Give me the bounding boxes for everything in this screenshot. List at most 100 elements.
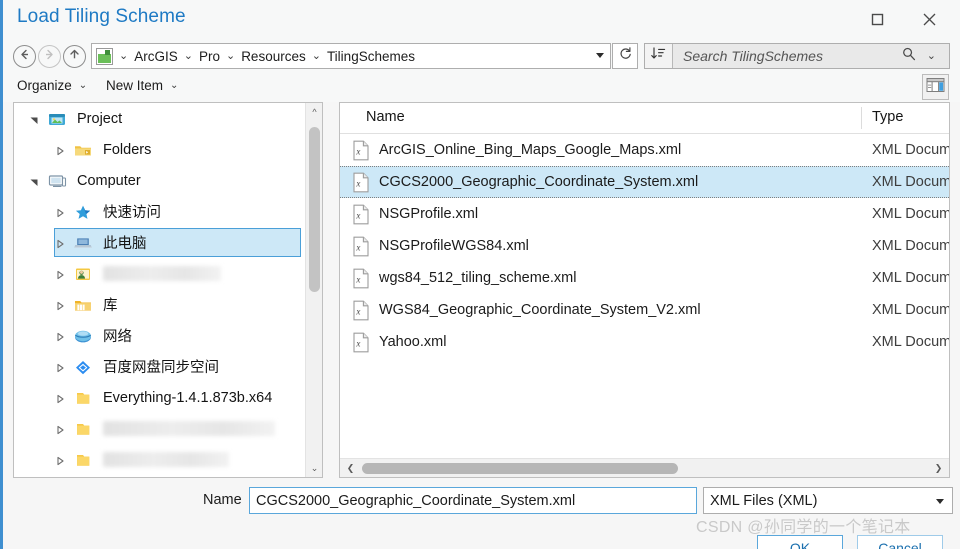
back-button[interactable]: [13, 45, 36, 68]
forward-button[interactable]: [38, 45, 61, 68]
file-type: XML Docume: [872, 270, 949, 286]
chevron-down-icon: [936, 499, 944, 504]
search-input[interactable]: Search TilingSchemes: [673, 48, 901, 64]
breadcrumb-item-resources[interactable]: Resources: [241, 49, 306, 64]
expander-collapsed-icon[interactable]: [54, 454, 66, 466]
tree-item-label-redacted: [103, 452, 229, 467]
table-row[interactable]: x wgs84_512_tiling_scheme.xml XML Docume: [340, 262, 949, 294]
tree-item-Computer[interactable]: Computer: [14, 165, 305, 196]
expander-expanded-icon[interactable]: [28, 175, 40, 187]
new-item-label: New Item: [106, 78, 164, 93]
tree-item-hidden-10[interactable]: [14, 413, 305, 444]
expander-collapsed-icon[interactable]: [54, 144, 66, 156]
cancel-button[interactable]: Cancel: [857, 535, 943, 549]
this-pc-icon: [72, 233, 94, 253]
close-button[interactable]: [908, 4, 950, 34]
expander-collapsed-icon[interactable]: [54, 299, 66, 311]
expander-expanded-icon[interactable]: [28, 113, 40, 125]
chevron-down-icon[interactable]: ⌄: [921, 50, 942, 62]
tree-item-Folders[interactable]: Folders: [14, 134, 305, 165]
tree-item-label: Project: [77, 110, 123, 127]
column-header-name[interactable]: Name: [366, 109, 405, 125]
svg-text:x: x: [355, 178, 360, 188]
expander-collapsed-icon[interactable]: [54, 361, 66, 373]
tree-item-label: Folders: [103, 141, 152, 158]
file-name: CGCS2000_Geographic_Coordinate_System.xm…: [379, 174, 699, 190]
chevron-down-icon[interactable]: ⌄: [113, 50, 134, 62]
user-icon: [72, 264, 94, 284]
name-input[interactable]: CGCS2000_Geographic_Coordinate_System.xm…: [249, 487, 697, 514]
folder-icon: [72, 388, 94, 408]
table-row[interactable]: x ArcGIS_Online_Bing_Maps_Google_Maps.xml…: [340, 134, 949, 166]
table-row[interactable]: x WGS84_Geographic_Coordinate_System_V2.x…: [340, 294, 949, 326]
tree-item-库[interactable]: 库: [14, 289, 305, 320]
refresh-icon: [618, 46, 633, 66]
up-button[interactable]: [63, 45, 86, 68]
organize-menu[interactable]: Organize ⌄: [17, 78, 87, 93]
column-divider[interactable]: [861, 107, 862, 129]
expander-collapsed-icon[interactable]: [54, 330, 66, 342]
svg-text:x: x: [355, 338, 360, 348]
tree-item-快速访问[interactable]: 快速访问: [14, 196, 305, 227]
folder-tree[interactable]: Project Folders Computer 快速访问此电脑库网络 百度网盘同步空间…: [14, 103, 305, 477]
svg-text:x: x: [355, 274, 360, 284]
chevron-down-icon[interactable]: ⌄: [306, 460, 322, 477]
ok-button[interactable]: OK: [757, 535, 843, 549]
breadcrumb-dropdown-icon[interactable]: [596, 53, 604, 58]
new-item-menu[interactable]: New Item ⌄: [106, 78, 178, 93]
filetype-select[interactable]: XML Files (XML): [703, 487, 953, 514]
tree-item-网络[interactable]: 网络: [14, 320, 305, 351]
tree-item-label: Computer: [77, 172, 141, 189]
table-row[interactable]: x CGCS2000_Geographic_Coordinate_System.x…: [340, 166, 949, 198]
expander-collapsed-icon[interactable]: [54, 423, 66, 435]
file-type: XML Docume: [872, 302, 949, 318]
expander-collapsed-icon[interactable]: [54, 392, 66, 404]
xml-file-icon: x: [352, 172, 370, 193]
scrollbar-thumb[interactable]: [309, 127, 320, 292]
tree-item-Everything-1.4.1.873b.x64[interactable]: Everything-1.4.1.873b.x64: [14, 382, 305, 413]
file-list[interactable]: x ArcGIS_Online_Bing_Maps_Google_Maps.xml…: [340, 134, 949, 358]
tree-item-Project[interactable]: Project: [14, 103, 305, 134]
view-toggle-button[interactable]: [922, 74, 949, 100]
tree-item-runtime资料[interactable]: runtime资料: [14, 475, 305, 477]
maximize-button[interactable]: [856, 4, 898, 34]
table-row[interactable]: x Yahoo.xml XML Docume: [340, 326, 949, 358]
sort-button[interactable]: [645, 44, 673, 68]
chevron-up-icon[interactable]: ^: [306, 103, 322, 120]
search-box[interactable]: Search TilingSchemes ⌄: [644, 43, 950, 69]
tree-item-hidden-5[interactable]: [14, 258, 305, 289]
refresh-button[interactable]: [612, 43, 638, 69]
close-icon: [921, 11, 938, 28]
chevron-down-icon[interactable]: ⌄: [178, 50, 199, 62]
breadcrumb-item-pro[interactable]: Pro: [199, 49, 220, 64]
breadcrumb-item-arcgis[interactable]: ArcGIS: [134, 49, 178, 64]
chevron-down-icon[interactable]: ⌄: [306, 50, 327, 62]
file-list-horizontal-scrollbar[interactable]: ❮ ❯: [340, 458, 949, 477]
folders-icon: [72, 140, 94, 160]
chevron-down-icon[interactable]: ⌄: [220, 50, 241, 62]
project-icon: [46, 109, 68, 129]
table-row[interactable]: x NSGProfileWGS84.xml XML Docume: [340, 230, 949, 262]
tree-vertical-scrollbar[interactable]: ^ ⌄: [305, 103, 322, 477]
tree-item-label: 此电脑: [103, 236, 147, 252]
tree-item-此电脑[interactable]: 此电脑: [14, 227, 305, 258]
scrollbar-thumb[interactable]: [362, 463, 678, 474]
table-row[interactable]: x NSGProfile.xml XML Docume: [340, 198, 949, 230]
expander-collapsed-icon[interactable]: [54, 206, 66, 218]
chevron-down-icon: ⌄: [170, 79, 179, 91]
sort-icon: [650, 46, 667, 66]
expander-collapsed-icon[interactable]: [54, 268, 66, 280]
tree-item-hidden-11[interactable]: [14, 444, 305, 475]
xml-file-icon: x: [352, 268, 370, 289]
search-icon[interactable]: [901, 46, 917, 67]
tree-item-百度网盘同步空间[interactable]: 百度网盘同步空间: [14, 351, 305, 382]
tree-item-label: 库: [103, 298, 118, 314]
breadcrumb[interactable]: ⌄ ArcGIS ⌄ Pro ⌄ Resources ⌄ TilingSchem…: [91, 43, 611, 69]
up-arrow-icon: [68, 48, 81, 66]
column-header-type[interactable]: Type: [872, 109, 903, 125]
breadcrumb-item-tilingschemes[interactable]: TilingSchemes: [327, 49, 415, 64]
maximize-icon: [870, 12, 885, 27]
chevron-right-icon[interactable]: ❯: [930, 459, 947, 477]
expander-collapsed-icon[interactable]: [54, 237, 66, 249]
chevron-left-icon[interactable]: ❮: [342, 459, 359, 477]
